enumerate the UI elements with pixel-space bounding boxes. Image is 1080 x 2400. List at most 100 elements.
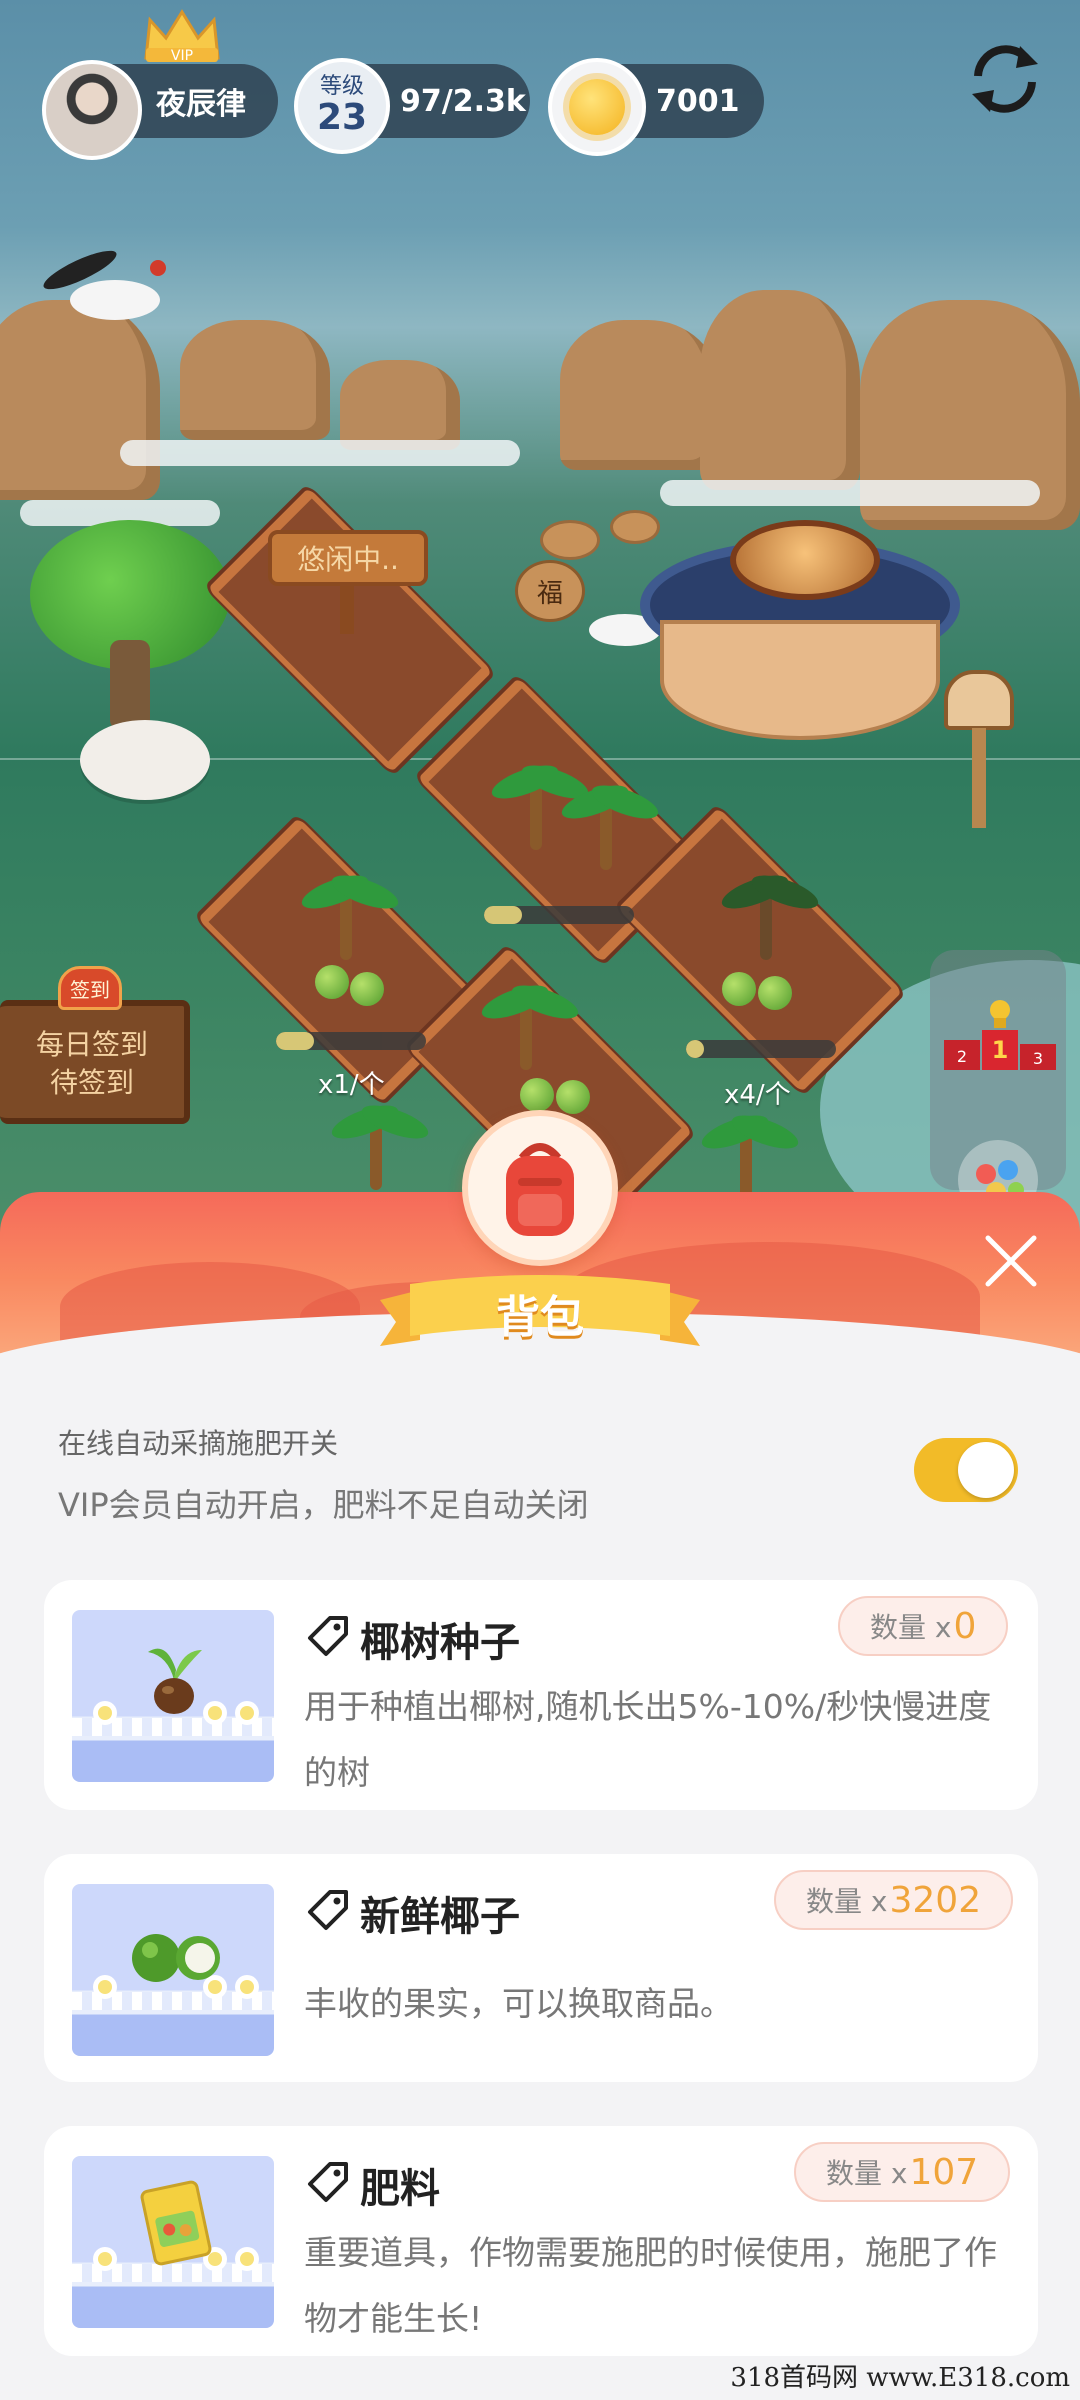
progress-fill <box>686 1040 704 1058</box>
quantity-label: 数量 x <box>870 1611 952 1644</box>
item-card-fertilizer[interactable]: 肥料 数量 x 107 重要道具，作物需要施肥的时候使用，施肥了作物才能生长! <box>44 2126 1038 2356</box>
idle-sign: 悠闲中.. <box>268 530 428 586</box>
auto-switch-caption: 在线自动采摘施肥开关 <box>58 1427 339 1460</box>
coconut-icon <box>132 1934 220 1982</box>
auto-harvest-toggle[interactable] <box>914 1438 1018 1502</box>
backpack-icon <box>506 1143 574 1236</box>
level-label: 等级 <box>319 74 364 99</box>
rabbit-sprite[interactable] <box>80 720 210 800</box>
item-description: 用于种植出椰树,随机长出5%-10%/秒快慢进度的树 <box>304 1687 992 1792</box>
fu-stone: 福 <box>515 560 585 622</box>
level-badge[interactable]: 等级 23 <box>294 58 390 154</box>
coconut-pickup[interactable] <box>758 976 792 1010</box>
item-thumb <box>72 1610 274 1782</box>
cloud <box>660 480 1040 506</box>
item-name: 肥料 <box>360 2166 440 2212</box>
thumb-flower <box>240 1980 254 1994</box>
thumb-flower <box>240 1706 254 1720</box>
quantity-label: 数量 x <box>826 2157 908 2190</box>
coconut-pickup[interactable] <box>520 1078 554 1112</box>
podium-rank-2: 2 <box>957 1047 967 1066</box>
exp-text: 97/2.3k <box>400 83 526 119</box>
quantity-value: 107 <box>909 2151 979 2193</box>
coconut-pickup[interactable] <box>315 965 349 999</box>
plot-progress-bar <box>686 1040 836 1058</box>
checkin-tag: 签到 <box>58 966 122 1010</box>
quantity-badge: 数量 x 3202 <box>774 1870 1014 1930</box>
coconut-pickup[interactable] <box>722 972 756 1006</box>
mountain <box>340 360 460 450</box>
coconut-pickup[interactable] <box>556 1080 590 1114</box>
item-card-fresh-coconut[interactable]: 新鲜椰子 数量 x 3202 丰收的果实，可以换取商品。 <box>44 1854 1038 2082</box>
thumb-flower <box>98 1980 112 1994</box>
yield-per-label: x4/个 <box>724 1080 791 1110</box>
cloud <box>120 440 520 466</box>
sun-coin-badge <box>548 58 646 156</box>
progress-fill <box>276 1032 314 1050</box>
plot-progress-bar <box>484 906 634 924</box>
mailbox[interactable] <box>944 670 1014 730</box>
level-number: 23 <box>316 97 368 138</box>
quantity-value: 0 <box>953 1605 977 1647</box>
thumb-flower <box>208 1706 222 1720</box>
palm-tree <box>718 850 822 960</box>
vip-label: VIP <box>171 48 193 64</box>
flying-crane-sprite <box>39 244 190 350</box>
quantity-badge: 数量 x 107 <box>794 2142 1011 2202</box>
item-description: 重要道具，作物需要施肥的时候使用，施肥了作物才能生长! <box>304 2233 997 2338</box>
podium-rank-1: 1 <box>992 1036 1009 1064</box>
item-name: 新鲜椰子 <box>360 1894 520 1940</box>
mountain <box>700 290 860 490</box>
crane-head <box>150 260 166 276</box>
daily-checkin-board[interactable]: 每日签到 待签到 <box>0 1000 190 1124</box>
close-icon[interactable] <box>976 1226 1046 1296</box>
sign-post <box>340 584 354 634</box>
mailbox-post <box>972 728 986 828</box>
tag-icon <box>308 1890 348 1930</box>
vip-crown-icon: VIP <box>144 9 220 64</box>
house-wall <box>660 620 940 740</box>
backpack-title: 背包 <box>496 1292 584 1343</box>
auto-switch-desc: VIP会员自动开启，肥料不足自动关闭 <box>58 1486 589 1524</box>
soup-pot <box>730 520 880 600</box>
seed-sprout-icon <box>148 1648 202 1714</box>
toggle-knob <box>958 1442 1014 1498</box>
item-thumb <box>72 2156 274 2328</box>
item-thumb <box>72 1884 274 2056</box>
tag-icon <box>308 2162 348 2202</box>
watermark: 318首码网 www.E318.com <box>730 2363 1070 2393</box>
podium-rank-3: 3 <box>1033 1049 1043 1068</box>
yield-per-label: x1/个 <box>318 1070 385 1100</box>
refresh-icon[interactable] <box>962 36 1048 122</box>
thumb-ground <box>72 1992 274 2010</box>
checkin-line2: 待签到 <box>49 1066 134 1099</box>
thumb-flower <box>240 2252 254 2266</box>
quantity-badge: 数量 x 0 <box>838 1596 1009 1656</box>
tag-icon <box>308 1616 348 1656</box>
palm-tree <box>478 960 582 1070</box>
quantity-label: 数量 x <box>806 1885 888 1918</box>
progress-fill <box>484 906 522 924</box>
checkin-line1: 每日签到 <box>35 1028 148 1061</box>
mountain <box>180 320 330 440</box>
tulou-house[interactable] <box>640 520 960 750</box>
crane-body <box>70 280 160 320</box>
quantity-value: 3202 <box>889 1879 982 1921</box>
coconut-pickup[interactable] <box>350 972 384 1006</box>
thumb-flower <box>98 1706 112 1720</box>
plot-progress-bar <box>276 1032 426 1050</box>
item-name: 椰树种子 <box>360 1620 520 1666</box>
stone <box>540 520 600 560</box>
sun-icon <box>569 79 625 135</box>
backpack-badge <box>462 1110 618 1266</box>
tree-trunk <box>110 640 150 730</box>
palm-tree <box>298 850 402 960</box>
item-card-coconut-seed[interactable]: 椰树种子 数量 x 0 用于种植出椰树,随机长出5%-10%/秒快慢进度的树 <box>44 1580 1038 1810</box>
big-tree[interactable] <box>20 520 240 740</box>
thumb-ground <box>72 1718 274 1736</box>
avatar[interactable] <box>42 60 142 160</box>
leaderboard-podium-icon[interactable]: 2 1 3 <box>940 996 1060 1076</box>
item-description: 丰收的果实，可以换取商品。 <box>304 1984 733 2023</box>
player-name: 夜辰律 <box>156 87 246 122</box>
palm-tree <box>558 760 662 870</box>
